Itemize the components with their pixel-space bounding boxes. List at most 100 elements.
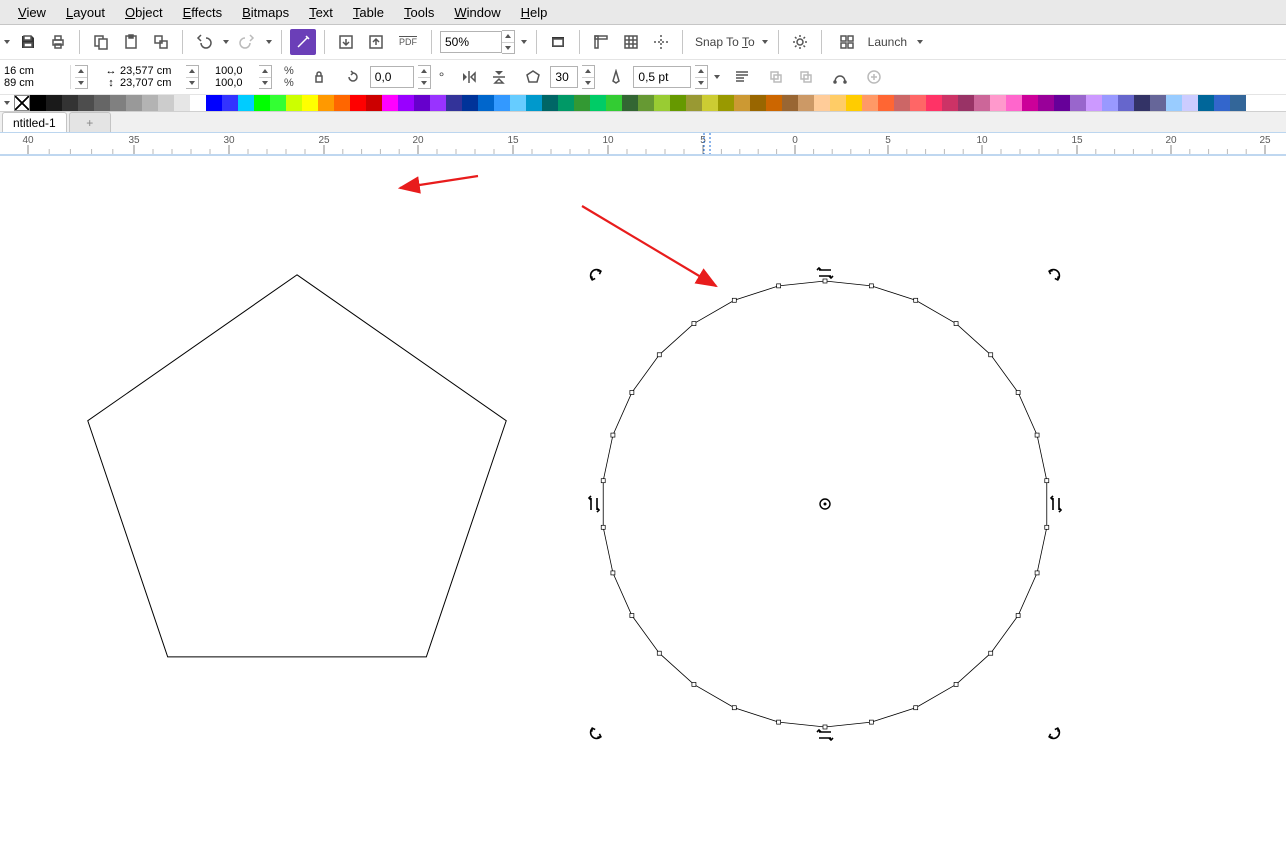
color-swatch[interactable] [622,95,638,111]
pdf-export-icon[interactable]: PDF [393,29,423,55]
zoom-input[interactable] [440,31,502,53]
shape-node[interactable] [954,322,958,326]
shape-node[interactable] [869,284,873,288]
skew-handle-top[interactable] [817,268,833,278]
shape-node[interactable] [1035,433,1039,437]
color-swatch[interactable] [1166,95,1182,111]
zoom-field[interactable] [440,30,515,54]
menu-effects[interactable]: Effects [173,3,233,22]
color-swatch[interactable] [1038,95,1054,111]
color-swatch[interactable] [1198,95,1214,111]
shape-node[interactable] [657,651,661,655]
color-swatch[interactable] [286,95,302,111]
shape-node[interactable] [1045,479,1049,483]
color-swatch[interactable] [974,95,990,111]
color-swatch[interactable] [46,95,62,111]
menu-window[interactable]: Window [444,3,510,22]
fullscreen-icon[interactable] [545,29,571,55]
redo-history-dropdown[interactable] [264,29,273,55]
color-swatch[interactable] [558,95,574,111]
color-swatch[interactable] [846,95,862,111]
color-swatch[interactable] [1118,95,1134,111]
color-swatch[interactable] [1022,95,1038,111]
rulers-icon[interactable] [588,29,614,55]
scale-x-input[interactable] [215,65,251,77]
color-swatch[interactable] [798,95,814,111]
shape-node[interactable] [869,720,873,724]
scale-y-input[interactable] [215,77,251,89]
lock-ratio-icon[interactable] [306,64,332,90]
document-tab[interactable]: ntitled-1 [2,112,67,132]
text-wrap-icon[interactable] [729,64,755,90]
snap-to-button[interactable]: Snap To To [691,35,757,49]
outline-dropdown[interactable] [712,64,721,90]
snap-to-dropdown[interactable] [761,29,770,55]
color-swatch[interactable] [590,95,606,111]
color-swatch[interactable] [638,95,654,111]
launch-label[interactable]: Launch [864,35,911,49]
width-input[interactable] [120,65,178,77]
grid-icon[interactable] [618,29,644,55]
shape-node[interactable] [611,433,615,437]
app-launcher-icon[interactable] [834,29,860,55]
shape-node[interactable] [1016,614,1020,618]
color-swatch[interactable] [894,95,910,111]
color-swatch[interactable] [670,95,686,111]
color-swatch[interactable] [318,95,334,111]
guidelines-icon[interactable] [648,29,674,55]
export-icon[interactable] [363,29,389,55]
color-swatch[interactable] [942,95,958,111]
color-swatch[interactable] [366,95,382,111]
color-swatch[interactable] [302,95,318,111]
color-swatch[interactable] [750,95,766,111]
color-swatch[interactable] [814,95,830,111]
shape-node[interactable] [657,353,661,357]
shape-node[interactable] [692,682,696,686]
color-swatch[interactable] [1150,95,1166,111]
save-icon[interactable] [15,29,41,55]
shape-node[interactable] [692,322,696,326]
polygon-sides-input[interactable] [550,66,578,88]
pentagon-shape[interactable] [88,275,506,657]
pos-x-input[interactable] [4,65,62,77]
color-swatch[interactable] [1070,95,1086,111]
color-swatch[interactable] [702,95,718,111]
color-swatch[interactable] [78,95,94,111]
color-swatch[interactable] [270,95,286,111]
color-swatch[interactable] [766,95,782,111]
color-swatch[interactable] [1182,95,1198,111]
color-swatch[interactable] [1102,95,1118,111]
color-swatch[interactable] [206,95,222,111]
import-icon[interactable] [333,29,359,55]
color-swatch[interactable] [430,95,446,111]
drawing-canvas[interactable] [0,156,1286,856]
color-swatch[interactable] [414,95,430,111]
shape-node[interactable] [630,614,634,618]
menu-layout[interactable]: Layout [56,3,115,22]
sides-spinner[interactable] [582,65,595,89]
color-swatch[interactable] [222,95,238,111]
color-swatch[interactable] [830,95,846,111]
artistic-media-icon[interactable] [290,29,316,55]
shape-node[interactable] [823,279,827,283]
color-swatch[interactable] [1230,95,1246,111]
color-swatch[interactable] [542,95,558,111]
paste-icon[interactable] [118,29,144,55]
to-back-icon[interactable] [793,64,819,90]
shape-node[interactable] [954,682,958,686]
shape-node[interactable] [823,725,827,729]
height-input[interactable] [120,77,178,89]
pos-y-input[interactable] [4,77,62,89]
color-swatch[interactable] [878,95,894,111]
color-swatch[interactable] [478,95,494,111]
rotate-handle-tr[interactable] [1048,267,1061,280]
color-swatch[interactable] [1086,95,1102,111]
color-swatch[interactable] [606,95,622,111]
color-swatch[interactable] [110,95,126,111]
menu-view[interactable]: View [8,3,56,22]
shape-node[interactable] [914,706,918,710]
undo-icon[interactable] [191,29,217,55]
color-swatch[interactable] [734,95,750,111]
color-swatch[interactable] [462,95,478,111]
color-swatch[interactable] [62,95,78,111]
